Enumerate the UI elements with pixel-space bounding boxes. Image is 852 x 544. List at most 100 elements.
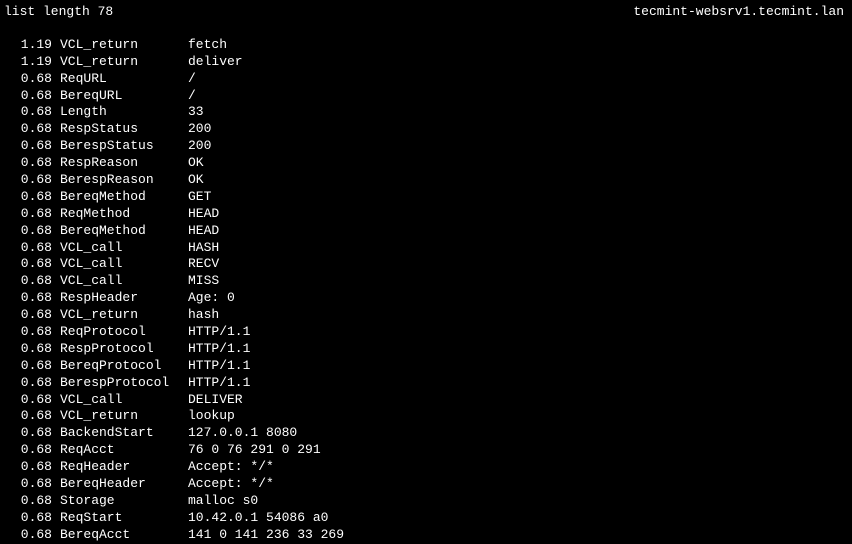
row-value: 0.68	[4, 324, 52, 341]
log-row: 1.19VCL_returnfetch	[4, 37, 852, 54]
row-value: 0.68	[4, 476, 52, 493]
row-data: Accept: */*	[180, 476, 274, 493]
log-row: 0.68BereqAcct141 0 141 236 33 269	[4, 527, 852, 544]
row-tag: ReqMethod	[52, 206, 180, 223]
row-data: HTTP/1.1	[180, 358, 250, 375]
row-tag: RespStatus	[52, 121, 180, 138]
row-value: 0.68	[4, 206, 52, 223]
row-tag: VCL_return	[52, 54, 180, 71]
row-value: 0.68	[4, 273, 52, 290]
log-row: 1.19VCL_returndeliver	[4, 54, 852, 71]
row-value: 0.68	[4, 527, 52, 544]
log-row: 0.68BereqURL/	[4, 88, 852, 105]
row-value: 0.68	[4, 121, 52, 138]
row-value: 0.68	[4, 172, 52, 189]
row-data: 141 0 141 236 33 269	[180, 527, 344, 544]
log-row: 0.68ReqHeaderAccept: */*	[4, 459, 852, 476]
hostname-label: tecmint-websrv1.tecmint.lan	[633, 4, 844, 21]
row-data: Accept: */*	[180, 459, 274, 476]
row-value: 0.68	[4, 240, 52, 257]
row-tag: VCL_call	[52, 256, 180, 273]
log-row: 0.68VCL_callDELIVER	[4, 392, 852, 409]
row-tag: RespHeader	[52, 290, 180, 307]
row-tag: VCL_return	[52, 408, 180, 425]
row-data: fetch	[180, 37, 227, 54]
log-row: 0.68ReqProtocolHTTP/1.1	[4, 324, 852, 341]
log-row: 0.68RespProtocolHTTP/1.1	[4, 341, 852, 358]
row-tag: ReqHeader	[52, 459, 180, 476]
terminal-header: list length 78 tecmint-websrv1.tecmint.l…	[4, 4, 852, 21]
row-value: 0.68	[4, 223, 52, 240]
log-row: 0.68RespStatus200	[4, 121, 852, 138]
row-tag: ReqProtocol	[52, 324, 180, 341]
row-tag: BerespStatus	[52, 138, 180, 155]
row-data: /	[180, 88, 196, 105]
log-row: 0.68BerespProtocolHTTP/1.1	[4, 375, 852, 392]
row-data: GET	[180, 189, 211, 206]
row-data: HTTP/1.1	[180, 375, 250, 392]
row-tag: RespProtocol	[52, 341, 180, 358]
row-value: 0.68	[4, 408, 52, 425]
row-tag: BereqMethod	[52, 223, 180, 240]
row-tag: RespReason	[52, 155, 180, 172]
row-data: lookup	[180, 408, 235, 425]
row-data: HASH	[180, 240, 219, 257]
row-value: 0.68	[4, 493, 52, 510]
row-data: deliver	[180, 54, 243, 71]
row-tag: VCL_return	[52, 307, 180, 324]
log-row: 0.68VCL_returnhash	[4, 307, 852, 324]
row-value: 0.68	[4, 358, 52, 375]
row-value: 0.68	[4, 375, 52, 392]
log-row: 0.68BereqMethodHEAD	[4, 223, 852, 240]
row-tag: VCL_call	[52, 273, 180, 290]
row-data: HEAD	[180, 206, 219, 223]
row-data: hash	[180, 307, 219, 324]
row-tag: VCL_call	[52, 240, 180, 257]
row-tag: Storage	[52, 493, 180, 510]
list-length-label: list length 78	[4, 4, 113, 21]
row-tag: ReqURL	[52, 71, 180, 88]
row-data: OK	[180, 172, 204, 189]
log-row: 0.68BereqMethodGET	[4, 189, 852, 206]
log-row: 0.68Length33	[4, 104, 852, 121]
row-tag: Length	[52, 104, 180, 121]
row-value: 0.68	[4, 307, 52, 324]
row-data: DELIVER	[180, 392, 243, 409]
row-tag: BackendStart	[52, 425, 180, 442]
row-data: 200	[180, 121, 211, 138]
row-value: 0.68	[4, 71, 52, 88]
row-value: 0.68	[4, 510, 52, 527]
log-row: 0.68BerespStatus200	[4, 138, 852, 155]
row-value: 0.68	[4, 138, 52, 155]
log-row: 0.68VCL_callMISS	[4, 273, 852, 290]
log-row: 0.68RespHeaderAge: 0	[4, 290, 852, 307]
row-value: 0.68	[4, 189, 52, 206]
row-data: HEAD	[180, 223, 219, 240]
row-data: HTTP/1.1	[180, 341, 250, 358]
row-data: HTTP/1.1	[180, 324, 250, 341]
row-tag: VCL_return	[52, 37, 180, 54]
row-data: 127.0.0.1 8080	[180, 425, 297, 442]
row-data: 33	[180, 104, 204, 121]
row-data: Age: 0	[180, 290, 235, 307]
log-rows-container: 1.19VCL_returnfetch1.19VCL_returndeliver…	[4, 37, 852, 544]
row-value: 0.68	[4, 155, 52, 172]
row-tag: BerespProtocol	[52, 375, 180, 392]
row-data: MISS	[180, 273, 219, 290]
row-value: 0.68	[4, 459, 52, 476]
log-row: 0.68ReqStart10.42.0.1 54086 a0	[4, 510, 852, 527]
row-value: 0.68	[4, 88, 52, 105]
row-tag: VCL_call	[52, 392, 180, 409]
row-value: 0.68	[4, 104, 52, 121]
row-data: malloc s0	[180, 493, 258, 510]
log-row: 0.68BerespReasonOK	[4, 172, 852, 189]
row-tag: BerespReason	[52, 172, 180, 189]
log-row: 0.68ReqMethodHEAD	[4, 206, 852, 223]
row-value: 0.68	[4, 442, 52, 459]
log-row: 0.68RespReasonOK	[4, 155, 852, 172]
row-data: OK	[180, 155, 204, 172]
row-data: 200	[180, 138, 211, 155]
log-row: 0.68BackendStart127.0.0.1 8080	[4, 425, 852, 442]
log-row: 0.68VCL_callHASH	[4, 240, 852, 257]
row-tag: BereqHeader	[52, 476, 180, 493]
